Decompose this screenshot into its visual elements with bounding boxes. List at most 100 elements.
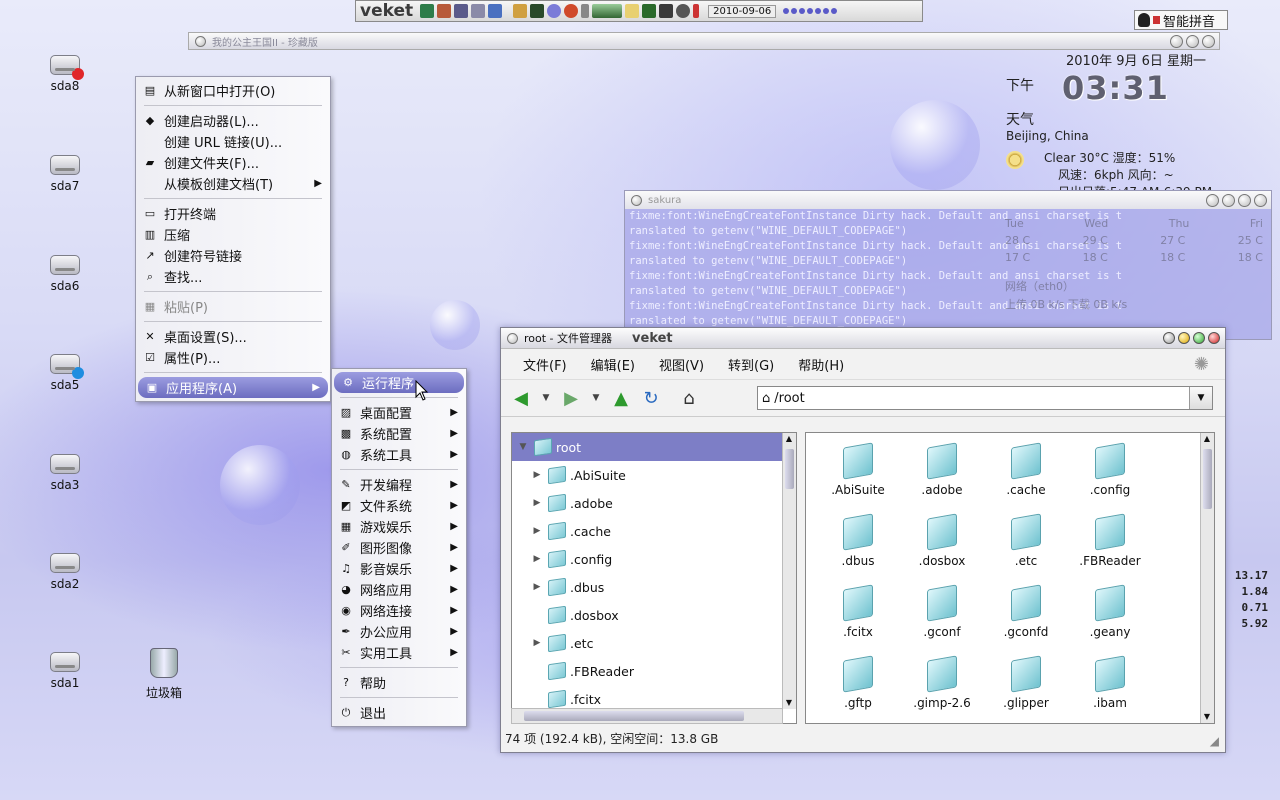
drive-sda3[interactable]: sda3 — [30, 454, 100, 492]
editor-icon[interactable] — [471, 4, 486, 18]
tree-expander-icon[interactable]: ▶ — [530, 554, 544, 564]
menu-item[interactable]: 从模板创建文档(T) ▶ — [136, 173, 330, 194]
address-dropdown-chevron-icon[interactable]: ▼ — [1189, 387, 1212, 409]
minimize-icon[interactable] — [1170, 34, 1183, 48]
refresh-icon[interactable]: ↻ — [639, 386, 663, 410]
menu-item[interactable]: ▤ 从新窗口中打开(O) — [136, 80, 330, 101]
window-menu-icon[interactable] — [507, 332, 518, 344]
menu-item[interactable]: ✕ 桌面设置(S)... — [136, 326, 330, 347]
tree-expander-icon[interactable]: ▶ — [530, 470, 544, 480]
forward-history-chevron-icon[interactable]: ▼ — [589, 393, 603, 403]
menu-item[interactable]: ▰ 创建文件夹(F)... — [136, 152, 330, 173]
menu-item[interactable]: ✎ 开发编程 ▶ — [332, 474, 466, 495]
menu-item[interactable]: ◆ 创建启动器(L)... — [136, 110, 330, 131]
forward-arrow-icon[interactable]: ▶ — [559, 386, 583, 410]
drive-sda2[interactable]: sda2 — [30, 553, 100, 591]
file-item[interactable]: .geany — [1068, 583, 1152, 654]
file-item[interactable]: .gconfd — [984, 583, 1068, 654]
menu-file[interactable]: 文件(F) — [511, 355, 579, 374]
folder-tree[interactable]: ▼ root ▶ .AbiSuite ▶ .adobe ▶ .cache ▶ .config ▶ .d… — [511, 432, 797, 724]
file-manager-icon[interactable] — [437, 4, 452, 18]
panel-date[interactable]: 2010-09-06 — [708, 4, 777, 18]
shade-icon[interactable] — [1163, 332, 1175, 344]
tree-row[interactable]: ▶ .adobe — [512, 489, 796, 517]
file-item[interactable]: .dbus — [816, 512, 900, 583]
file-icon-view[interactable]: .AbiSuite .adobe .cache .config .dbus .dosbox… — [805, 432, 1215, 724]
address-bar[interactable]: ⌂ /root ▼ — [757, 386, 1213, 410]
power-icon[interactable] — [564, 4, 579, 18]
minimize-icon[interactable] — [1178, 332, 1190, 344]
file-item[interactable]: .etc — [984, 512, 1068, 583]
file-manager-window[interactable]: root - 文件管理器 veket 文件(F) 编辑(E) 视图(V) 转到(… — [500, 327, 1226, 753]
maximize-icon[interactable] — [1238, 193, 1251, 207]
scroll-down-icon[interactable]: ▼ — [783, 697, 795, 709]
monitor-icon[interactable] — [530, 4, 545, 18]
back-history-chevron-icon[interactable]: ▼ — [539, 393, 553, 403]
file-item[interactable]: .gconf — [900, 583, 984, 654]
file-item[interactable]: .gimp-2.6 — [900, 654, 984, 723]
shade-icon[interactable] — [1206, 193, 1219, 207]
menu-item[interactable]: ▥ 压缩 — [136, 224, 330, 245]
resize-grip-icon[interactable]: ◢ — [1210, 734, 1219, 748]
stack-icon[interactable] — [659, 4, 674, 18]
minimize-icon[interactable] — [1222, 193, 1235, 207]
file-item[interactable]: .AbiSuite — [816, 441, 900, 512]
file-item[interactable]: .dosbox — [900, 512, 984, 583]
window-menu-icon[interactable] — [195, 35, 206, 47]
workspace-switcher[interactable] — [783, 8, 838, 14]
menu-item[interactable]: ? 帮助 — [332, 672, 466, 693]
sakura-terminal-window[interactable]: sakura Tue Wed Thu Fri 28 C 29 C 27 C 25… — [624, 190, 1272, 340]
home-icon[interactable] — [454, 4, 469, 18]
file-item[interactable]: .fcitx — [816, 583, 900, 654]
back-arrow-icon[interactable]: ◀ — [509, 386, 533, 410]
menu-item[interactable]: ◉ 网络连接 ▶ — [332, 600, 466, 621]
menu-item[interactable]: ▨ 桌面配置 ▶ — [332, 402, 466, 423]
media-icon[interactable] — [547, 4, 562, 18]
file-item[interactable]: .config — [1068, 441, 1152, 512]
trash[interactable]: 垃圾箱 — [129, 648, 199, 701]
scroll-thumb[interactable] — [1203, 449, 1212, 509]
menu-item[interactable]: ⏻ 退出 — [332, 702, 466, 723]
up-arrow-icon[interactable]: ▲ — [609, 386, 633, 410]
menu-item[interactable]: ▣ 应用程序(A) ▶ — [138, 377, 328, 398]
scroll-thumb[interactable] — [524, 711, 744, 721]
tree-row[interactable]: ▶ .AbiSuite — [512, 461, 796, 489]
close-icon[interactable] — [1202, 34, 1215, 48]
files-vertical-scrollbar[interactable]: ▲ ▼ — [1200, 433, 1214, 723]
menu-edit[interactable]: 编辑(E) — [579, 355, 647, 374]
sakura-titlebar[interactable]: sakura — [625, 191, 1271, 209]
window-menu-icon[interactable] — [631, 194, 642, 206]
browser-icon[interactable] — [513, 4, 528, 18]
menu-item[interactable]: 创建 URL 链接(U)... — [136, 131, 330, 152]
drive-sda1[interactable]: sda1 — [30, 652, 100, 690]
menu-item[interactable]: ◕ 网络应用 ▶ — [332, 579, 466, 600]
file-item[interactable]: .adobe — [900, 441, 984, 512]
menu-item[interactable]: ↗ 创建符号链接 — [136, 245, 330, 266]
menu-item[interactable]: ✒ 办公应用 ▶ — [332, 621, 466, 642]
panel-logo[interactable]: veket — [360, 1, 413, 21]
menu-item[interactable]: ▦ 游戏娱乐 ▶ — [332, 516, 466, 537]
maximize-icon[interactable] — [1193, 332, 1205, 344]
tree-expander-icon[interactable]: ▶ — [530, 638, 544, 648]
tree-row[interactable]: .dosbox — [512, 601, 796, 629]
terminal-launch-icon[interactable] — [488, 4, 503, 18]
volume-icon[interactable] — [676, 4, 691, 18]
menu-item[interactable]: ▩ 系统配置 ▶ — [332, 423, 466, 444]
close-icon[interactable] — [1208, 332, 1220, 344]
file-item[interactable]: .FBReader — [1068, 512, 1152, 583]
tree-expander-icon[interactable]: ▶ — [530, 582, 544, 592]
scroll-up-icon[interactable]: ▲ — [783, 433, 795, 445]
drive-sda8[interactable]: sda8 — [30, 55, 100, 93]
file-item[interactable]: .gftp — [816, 654, 900, 723]
menu-item[interactable]: ◩ 文件系统 ▶ — [332, 495, 466, 516]
ime-bar[interactable]: 智能拼音 — [1134, 10, 1228, 30]
tree-row[interactable]: ▶ .config — [512, 545, 796, 573]
file-manager-titlebar[interactable]: root - 文件管理器 veket — [501, 328, 1225, 349]
tree-row[interactable]: ▶ .cache — [512, 517, 796, 545]
menu-item[interactable]: ⚙ 运行程序 — [334, 372, 464, 393]
menu-help[interactable]: 帮助(H) — [786, 355, 856, 374]
scroll-down-icon[interactable]: ▼ — [1201, 711, 1213, 723]
drive-sda7[interactable]: sda7 — [30, 155, 100, 193]
tree-row[interactable]: ▶ .dbus — [512, 573, 796, 601]
menu-item[interactable]: ◍ 系统工具 ▶ — [332, 444, 466, 465]
